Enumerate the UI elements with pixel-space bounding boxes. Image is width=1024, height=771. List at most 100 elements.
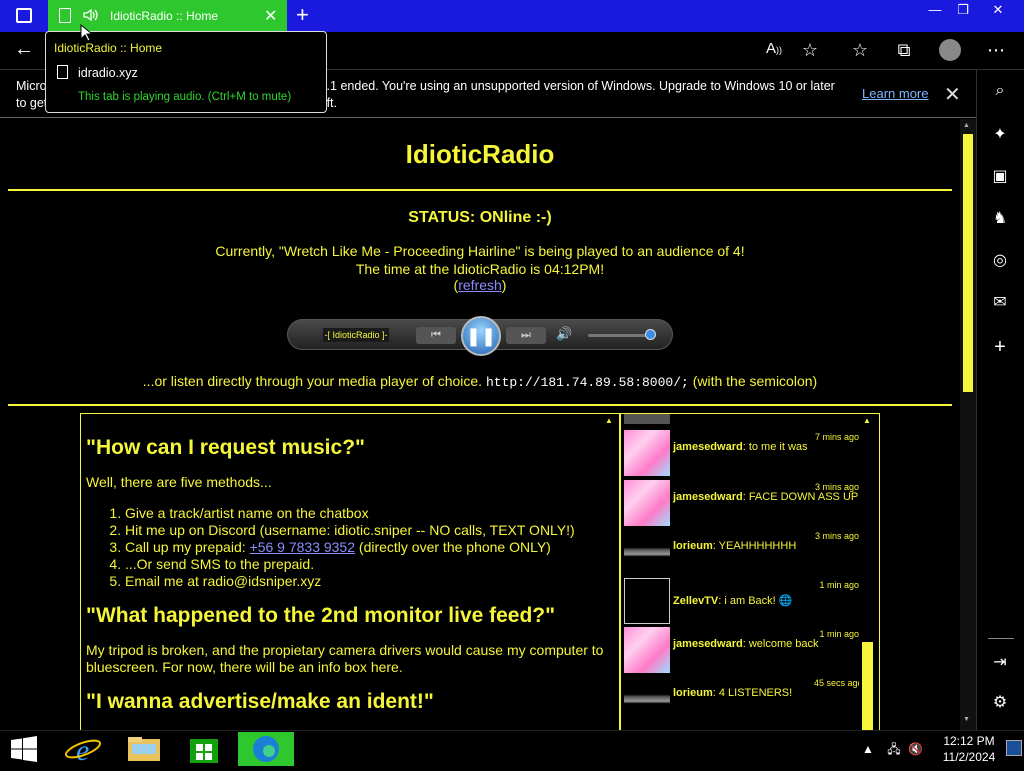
outlook-icon[interactable]: ✉ xyxy=(988,292,1012,316)
restore-button[interactable]: ❐ xyxy=(948,0,978,20)
page-icon xyxy=(59,8,71,23)
page-scroll-thumb[interactable] xyxy=(963,134,973,392)
scroll-up-icon[interactable]: ▲ xyxy=(963,122,970,129)
method-item: Call up my prepaid: +56 9 7833 9352 (dir… xyxy=(125,539,606,556)
hide-sidebar-icon[interactable]: ⇥ xyxy=(988,652,1012,676)
site-title: IdioticRadio xyxy=(405,139,555,169)
read-aloud-icon[interactable]: A)) xyxy=(762,40,786,57)
notification-center-icon[interactable] xyxy=(1006,740,1022,756)
previous-button[interactable]: ⏮ xyxy=(416,327,456,344)
chat-message: 1 min ago ZellevTV: i am Back! 🌐 xyxy=(624,578,864,626)
scroll-up-icon[interactable]: ▲ xyxy=(605,416,613,425)
internet-explorer-icon[interactable]: e xyxy=(56,732,112,767)
learn-more-link[interactable]: Learn more xyxy=(862,86,928,101)
globe-emoji-icon: 🌐 xyxy=(778,595,793,607)
edge-taskbar-icon[interactable] xyxy=(238,732,294,766)
hover-card-audio-note: This tab is playing audio. (Ctrl+M to mu… xyxy=(78,91,292,103)
message-time: 1 min ago xyxy=(819,580,859,590)
add-sidebar-icon[interactable]: + xyxy=(988,336,1012,360)
pause-button[interactable]: ❚❚ xyxy=(461,316,501,356)
faq-panel: ▲ "How can I request music?" Well, there… xyxy=(80,413,620,730)
refresh-link[interactable]: refresh xyxy=(458,277,502,293)
file-explorer-icon[interactable] xyxy=(116,732,172,766)
back-icon[interactable]: ← xyxy=(14,38,34,61)
chat-scroll-thumb[interactable] xyxy=(862,642,873,730)
profile-avatar[interactable] xyxy=(939,39,961,61)
faq-question: "How can I request music?" xyxy=(86,436,365,459)
hover-card-domain: idradio.xyz xyxy=(78,66,138,80)
listen-line: ...or listen directly through your media… xyxy=(0,373,960,390)
settings-gear-icon[interactable]: ⚙ xyxy=(988,692,1012,716)
refresh-line: (refresh) xyxy=(0,277,960,293)
network-icon[interactable]: 🖧 xyxy=(887,742,900,756)
new-tab-icon[interactable]: + xyxy=(296,2,309,28)
stream-url: http://181.74.89.58:8000/; xyxy=(485,375,689,390)
clock[interactable]: 12:12 PM 11/2/2024 xyxy=(938,733,1000,765)
windows-start-icon[interactable] xyxy=(10,736,38,762)
volume-icon[interactable]: 🔊 xyxy=(556,326,572,342)
volume-muted-icon[interactable]: 🔇 xyxy=(908,742,923,756)
player-label: -[ IdioticRadio ]- xyxy=(323,328,389,342)
tools-icon[interactable]: ◎ xyxy=(988,250,1012,274)
paren-close: ) xyxy=(501,277,507,293)
games-icon[interactable]: ♞ xyxy=(988,208,1012,232)
message-body: : YEAHHHHHHH xyxy=(712,540,797,552)
phone-link[interactable]: +56 9 7833 9352 xyxy=(250,539,356,555)
show-hidden-icons-icon[interactable]: ▲ xyxy=(862,742,874,756)
username[interactable]: jamesedward xyxy=(673,491,743,503)
minimize-button[interactable]: — xyxy=(920,0,950,20)
address-bar[interactable] xyxy=(320,37,832,65)
favorites-icon[interactable]: ☆ xyxy=(848,40,872,61)
web-page: IdioticRadio STATUS: ONline :-) Currentl… xyxy=(0,119,960,730)
next-button[interactable]: ⏭ xyxy=(506,327,546,344)
svg-text:e: e xyxy=(76,734,89,766)
message-body: : welcome back xyxy=(742,638,819,650)
chat-message: 3 mins ago lorieum: YEAHHHHHHH xyxy=(624,529,864,577)
chatbox: 7 mins ago jamesedward: to me it was 3 m… xyxy=(620,413,880,730)
divider xyxy=(8,404,952,406)
username[interactable]: lorieum xyxy=(673,540,713,552)
avatar xyxy=(624,529,670,575)
more-menu-icon[interactable]: ⋯ xyxy=(984,40,1008,61)
message-text: ZellevTV: i am Back! 🌐 xyxy=(673,594,863,607)
faq-content: "How can I request music?" Well, there a… xyxy=(86,436,606,728)
username[interactable]: jamesedward xyxy=(673,638,743,650)
audio-player: -[ IdioticRadio ]- ⏮ ❚❚ ⏭ 🔊 xyxy=(287,316,673,356)
chat-message: 45 secs ago lorieum: 4 LISTENERS! xyxy=(624,676,864,724)
store-icon[interactable] xyxy=(176,732,232,766)
listen-prefix: ...or listen directly through your media… xyxy=(142,373,483,389)
close-icon[interactable]: ✕ xyxy=(944,82,961,107)
avatar xyxy=(624,676,670,722)
close-window-button[interactable]: ✕ xyxy=(983,0,1013,20)
volume-knob[interactable] xyxy=(645,329,657,340)
message-body: : FACE DOWN ASS UP xyxy=(742,491,859,503)
copilot-icon[interactable]: ✦ xyxy=(988,124,1012,148)
favorite-add-icon[interactable]: ☆ xyxy=(798,40,822,61)
method-item: Hit me up on Discord (username: idiotic.… xyxy=(125,522,606,539)
shopping-icon[interactable]: ▣ xyxy=(988,166,1012,190)
sidebar-divider xyxy=(988,638,1014,639)
message-body: : to me it was xyxy=(742,441,808,453)
username[interactable]: lorieum xyxy=(673,687,713,699)
mouse-cursor-icon xyxy=(80,24,92,42)
avatar xyxy=(624,578,670,624)
search-icon[interactable]: ⌕ xyxy=(988,82,1012,106)
speaker-icon[interactable] xyxy=(82,6,100,24)
scroll-down-icon[interactable]: ▼ xyxy=(963,716,970,723)
message-text: lorieum: 4 LISTENERS! xyxy=(673,687,863,699)
scroll-up-icon[interactable]: ▲ xyxy=(863,416,871,425)
faq-intro: Well, there are five methods... xyxy=(86,474,272,490)
username[interactable]: ZellevTV xyxy=(673,595,718,607)
username[interactable]: jamesedward xyxy=(673,441,743,453)
collections-icon[interactable]: ⧉ xyxy=(892,40,916,61)
message-body: : i am Back! xyxy=(718,595,776,607)
tab-actions-icon[interactable] xyxy=(16,8,32,23)
method-item: Email me at radio@idsniper.xyz xyxy=(125,573,606,590)
chat-message: 7 mins ago jamesedward: to me it was xyxy=(624,430,864,478)
listen-suffix: (with the semicolon) xyxy=(692,373,818,389)
phone-suffix: (directly over the phone ONLY) xyxy=(358,539,551,555)
method-text: Call up my prepaid: xyxy=(125,539,246,555)
tab-title: IdioticRadio :: Home xyxy=(110,9,219,23)
avatar xyxy=(624,414,670,424)
close-tab-icon[interactable]: ✕ xyxy=(264,6,277,26)
